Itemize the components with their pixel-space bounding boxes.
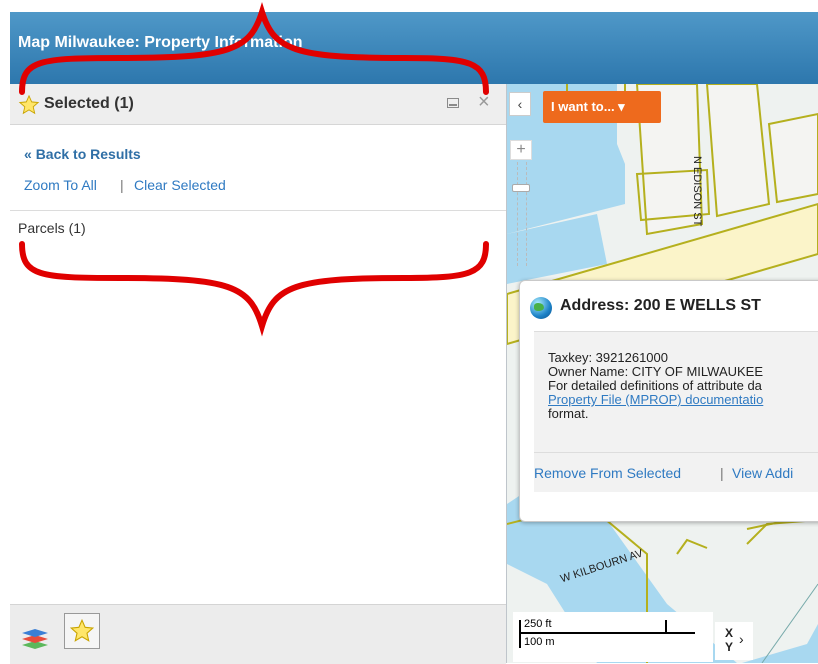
app-title: Map Milwaukee: Property Information (18, 34, 303, 51)
layers-icon[interactable] (20, 621, 50, 651)
scale-tick (519, 620, 521, 648)
mprop-documentation-link[interactable]: Property File (MPROP) documentatio (548, 392, 763, 407)
popup-body: Taxkey: 3921261000 Owner Name: CITY OF M… (534, 331, 818, 492)
panel-title: Selected (1) (44, 95, 134, 112)
globe-icon (530, 297, 552, 319)
owner-text: Owner Name: CITY OF MILWAUKEE (548, 364, 764, 379)
zoom-track[interactable] (517, 162, 527, 266)
format-text: format. (548, 406, 589, 421)
collapse-panel-button[interactable]: ‹ (509, 92, 531, 116)
back-to-results-label: Back to Results (35, 146, 141, 162)
close-icon[interactable]: × (478, 91, 490, 114)
zoom-to-all-link[interactable]: Zoom To All (24, 177, 97, 193)
double-chevron-left-icon: « (24, 146, 32, 162)
zoom-slider[interactable]: + (510, 140, 532, 268)
selected-favorites-button[interactable] (64, 613, 100, 649)
selected-panel: Selected (1) × « Back to Results Zoom To… (10, 84, 507, 664)
divider (10, 210, 506, 211)
street-label-edison: N EDISON ST (691, 156, 703, 227)
parcels-group[interactable]: Parcels (1) (18, 220, 86, 236)
minimize-icon[interactable] (447, 98, 459, 108)
zoom-thumb[interactable] (512, 184, 530, 192)
x-label: X (725, 626, 734, 640)
zoom-in-button[interactable]: + (510, 140, 532, 160)
star-icon (69, 618, 95, 642)
app-window: Map Milwaukee: Property Information Sele… (10, 12, 818, 664)
chevron-right-icon: › (739, 631, 744, 647)
map-view[interactable]: N EDISON ST W KILBOURN AV ‹ I want to...… (507, 84, 818, 663)
scale-meters-label: 100 m (524, 636, 555, 648)
remove-from-selected-link[interactable]: Remove From Selected (534, 465, 681, 481)
star-icon (18, 94, 40, 115)
popup-actions: Remove From Selected | View Addi (534, 452, 818, 493)
xy-coordinates-button[interactable]: X Y › (715, 622, 753, 660)
scale-feet-label: 250 ft (524, 618, 552, 630)
scale-line (519, 632, 695, 634)
view-additional-link[interactable]: View Addi (732, 465, 793, 481)
back-to-results-link[interactable]: « Back to Results (24, 146, 141, 162)
app-header: Map Milwaukee: Property Information (10, 12, 818, 84)
feature-popup: Address: 200 E WELLS ST Taxkey: 39212610… (519, 280, 818, 522)
scale-bar: 250 ft 100 m (513, 612, 713, 662)
panel-header: Selected (1) × (10, 84, 506, 125)
taxkey-text: Taxkey: 3921261000 (548, 350, 668, 365)
popup-title: Address: 200 E WELLS ST (560, 297, 761, 314)
panel-footer (10, 604, 506, 664)
link-separator: | (120, 177, 124, 193)
clear-selected-link[interactable]: Clear Selected (134, 177, 226, 193)
action-separator: | (720, 465, 724, 481)
y-label: Y (725, 640, 734, 654)
i-want-to-menu-button[interactable]: I want to... ▾ (543, 91, 661, 123)
definitions-text: For detailed definitions of attribute da (548, 378, 762, 393)
